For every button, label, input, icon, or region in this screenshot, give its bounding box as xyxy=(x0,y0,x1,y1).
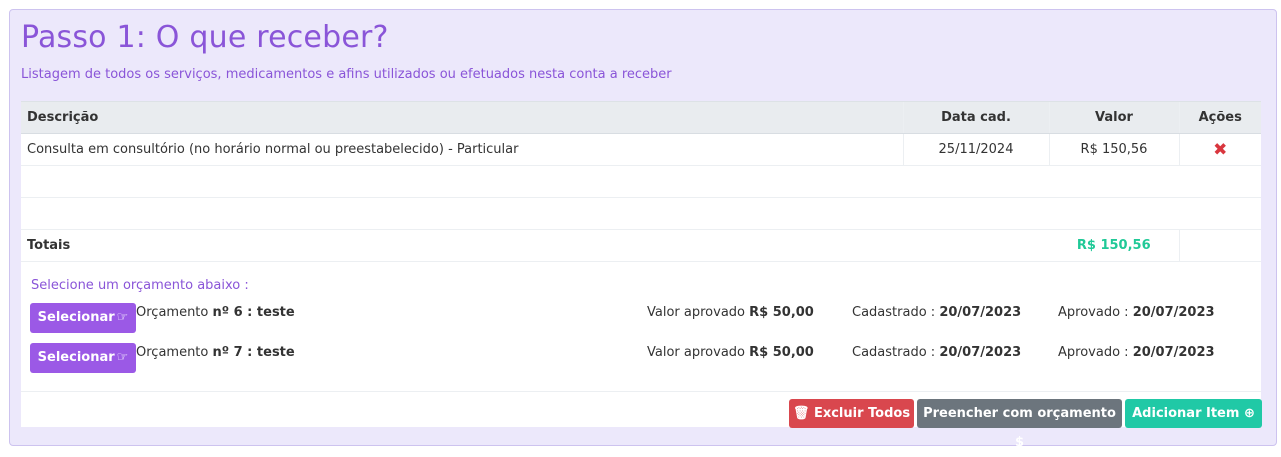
fill-from-budget-button[interactable]: Preencher com orçamento $ xyxy=(917,399,1122,450)
budget-label: Orçamento nº 7 : teste xyxy=(136,345,295,360)
empty-row xyxy=(21,165,1261,198)
budget-created-date: Cadastrado : 20/07/2023 xyxy=(852,345,1022,360)
budget-created-date: Cadastrado : 20/07/2023 xyxy=(852,305,1022,320)
budget-label: Orçamento nº 6 : teste xyxy=(136,305,295,320)
budget-number: nº 6 : teste xyxy=(212,305,295,320)
empty-row xyxy=(21,197,1261,230)
step-panel: Passo 1: O que receber? Listagem de todo… xyxy=(9,9,1277,450)
trash-icon: 🗑 xyxy=(792,406,810,421)
column-header-valor: Valor xyxy=(1048,101,1179,134)
select-button-label: Selecionar xyxy=(37,350,115,365)
budget-row: Selecionar ☞ Orçamento nº 7 : teste Valor… xyxy=(30,343,1260,373)
item-description: Consulta em consultório (no horário norm… xyxy=(21,133,903,166)
column-header-data: Data cad. xyxy=(902,101,1049,134)
item-actions: ✖ xyxy=(1178,133,1261,166)
page-title: Passo 1: O que receber? xyxy=(21,20,389,55)
totals-value: R$ 150,56 xyxy=(1076,238,1151,253)
select-budget-button[interactable]: Selecionar ☞ xyxy=(30,303,136,333)
budget-approved-value: Valor aprovado R$ 50,00 xyxy=(647,305,814,320)
budget-approved-value: Valor aprovado R$ 50,00 xyxy=(647,345,814,360)
column-header-descricao: Descrição xyxy=(21,101,903,134)
budget-approved-date: Aprovado : 20/07/2023 xyxy=(1058,305,1215,320)
hand-pointer-icon: ☞ xyxy=(116,310,129,325)
totals-label: Totais xyxy=(21,229,903,262)
budget-number: nº 7 : teste xyxy=(212,345,295,360)
page-subtitle: Listagem de todos os serviços, medicamen… xyxy=(21,67,672,82)
delete-item-icon[interactable]: ✖ xyxy=(1213,140,1227,160)
table-header-row: Descrição Data cad. Valor Ações xyxy=(21,101,1261,134)
hand-pointer-icon: ☞ xyxy=(116,350,129,365)
plus-circle-icon: ⊕ xyxy=(1243,406,1255,421)
column-header-acoes: Ações xyxy=(1178,101,1261,134)
items-card: Descrição Data cad. Valor Ações Consulta… xyxy=(21,101,1262,450)
budget-approved-date: Aprovado : 20/07/2023 xyxy=(1058,345,1215,360)
item-value: R$ 150,56 xyxy=(1048,133,1179,166)
table-row: Consulta em consultório (no horário norm… xyxy=(21,133,1261,166)
add-item-button[interactable]: Adicionar Item ⊕ xyxy=(1125,399,1262,428)
item-date: 25/11/2024 xyxy=(902,133,1049,166)
divider xyxy=(21,391,1261,392)
select-budget-button[interactable]: Selecionar ☞ xyxy=(30,343,136,373)
delete-all-button[interactable]: 🗑 Excluir Todos xyxy=(789,399,914,428)
select-button-label: Selecionar xyxy=(37,310,115,325)
items-table: Descrição Data cad. Valor Ações Consulta… xyxy=(21,101,1261,262)
budget-select-prompt: Selecione um orçamento abaixo : xyxy=(31,278,249,293)
totals-row: Totais R$ 150,56 xyxy=(21,229,1261,262)
budget-row: Selecionar ☞ Orçamento nº 6 : teste Valor… xyxy=(30,303,1260,333)
